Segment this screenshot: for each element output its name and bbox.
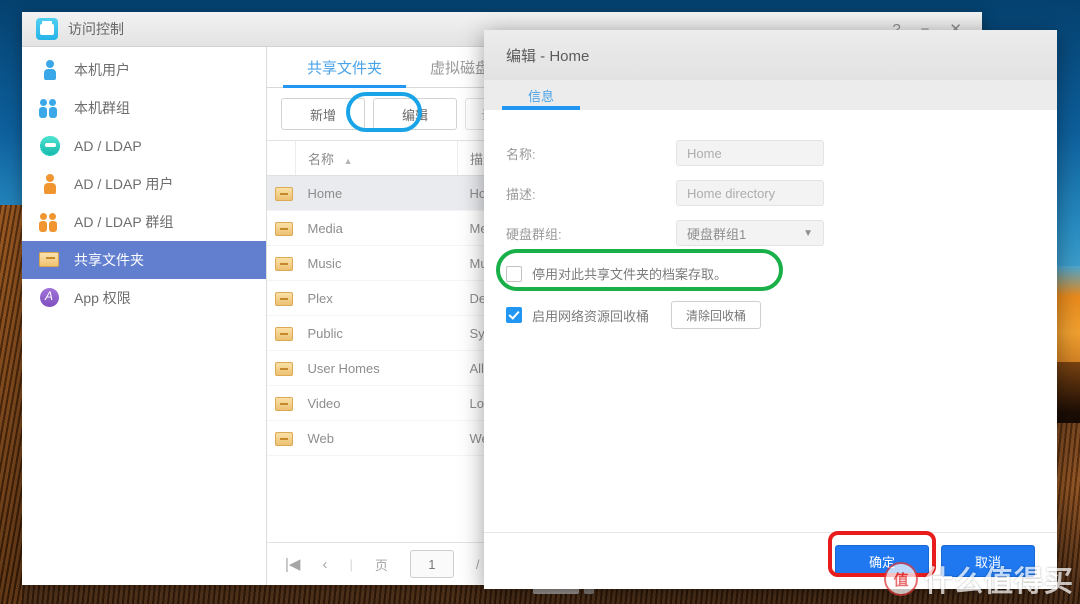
edit-button[interactable]: 编辑: [373, 98, 457, 130]
column-header-name-label: 名称: [308, 151, 335, 167]
tab-info[interactable]: 信息: [502, 86, 581, 110]
folder-icon: [275, 431, 293, 446]
disk-group-select[interactable]: 硬盘群组1 ▼: [676, 220, 824, 246]
window-title: 访问控制: [68, 21, 124, 37]
wallpaper-wood-left: [0, 205, 22, 604]
row-folder-icon-cell: [267, 245, 296, 281]
first-page-icon[interactable]: |◀: [285, 555, 300, 573]
sidebar-item-ad-ldap-groups[interactable]: AD / LDAP 群组: [22, 203, 266, 241]
watermark-text: 什么值得买: [923, 566, 1074, 598]
field-row-name: 名称:: [484, 140, 1057, 166]
row-name: Home: [295, 175, 458, 211]
sidebar-item-label: 共享文件夹: [74, 252, 144, 268]
row-name: Media: [295, 210, 458, 246]
pager-divider: |: [349, 556, 353, 572]
row-folder-icon-cell: [267, 280, 296, 316]
enable-network-recycle-bin-checkbox[interactable]: [506, 307, 522, 323]
disk-group-label: 硬盘群组:: [506, 226, 562, 242]
field-row-description: 描述:: [484, 180, 1057, 206]
page-number-input[interactable]: [409, 550, 454, 578]
enable-network-recycle-bin-label: 启用网络资源回收桶: [532, 308, 650, 324]
name-label: 名称:: [506, 146, 536, 162]
description-field[interactable]: [676, 180, 824, 206]
row-folder-icon-cell: [267, 210, 296, 246]
row-folder-icon-cell: [267, 350, 296, 386]
row-folder-icon-cell: [267, 315, 296, 351]
user-icon: [38, 173, 62, 195]
sidebar-item-label: 本机用户: [74, 62, 130, 78]
key-icon: [38, 135, 62, 157]
disk-group-value: 硬盘群组1: [687, 226, 747, 242]
add-button[interactable]: 新增: [281, 98, 365, 130]
folder-icon: [38, 249, 62, 271]
sidebar-item-local-users[interactable]: 本机用户: [22, 51, 266, 89]
disable-file-access-checkbox[interactable]: [506, 265, 522, 282]
row-name: Web: [295, 420, 458, 456]
sidebar-item-local-groups[interactable]: 本机群组: [22, 89, 266, 127]
page-label: 页: [374, 557, 388, 573]
sidebar-item-shared-folders[interactable]: 共享文件夹: [22, 241, 266, 279]
dialog-body: 名称: 描述: 硬盘群组: 硬盘群组1 ▼ 停用对此共享文件夹的档案存取。 启用…: [484, 110, 1057, 532]
row-name: Music: [295, 245, 458, 281]
field-row-disk-group: 硬盘群组: 硬盘群组1 ▼: [484, 220, 1057, 246]
column-header-name[interactable]: 名称 ▲: [295, 141, 458, 176]
dialog-tabs: 信息: [484, 80, 1057, 110]
sidebar-item-ad-ldap-users[interactable]: AD / LDAP 用户: [22, 165, 266, 203]
folder-icon: [275, 221, 293, 236]
row-folder-icon-cell: [267, 420, 296, 456]
row-name: User Homes: [295, 350, 458, 386]
row-name: Plex: [295, 280, 458, 316]
row-name: Video: [295, 385, 458, 421]
disable-file-access-label: 停用对此共享文件夹的档案存取。: [532, 267, 728, 282]
sidebar-item-label: AD / LDAP: [74, 138, 142, 154]
group-icon: [38, 211, 62, 233]
watermark: 值 什么值得买: [883, 558, 1074, 600]
sidebar: 本机用户 本机群组 AD / LDAP AD / LDAP 用户 AD / LD…: [22, 47, 267, 585]
tab-shared-folders[interactable]: 共享文件夹: [283, 57, 407, 88]
sidebar-item-label: AD / LDAP 群组: [74, 214, 174, 230]
watermark-logo: 值: [883, 562, 918, 596]
name-field[interactable]: [676, 140, 824, 166]
folder-icon: [275, 361, 293, 376]
sidebar-item-label: AD / LDAP 用户: [74, 176, 174, 192]
group-icon: [38, 97, 62, 119]
chevron-down-icon: ▼: [803, 227, 813, 239]
clear-recycle-bin-button[interactable]: 清除回收桶: [671, 301, 762, 329]
id-card-icon: [36, 18, 58, 40]
app-icon: [38, 287, 62, 309]
sidebar-item-label: 本机群组: [74, 100, 130, 116]
column-header-select[interactable]: [267, 141, 296, 176]
checkbox-row-network-recycle-bin: 启用网络资源回收桶 清除回收桶: [484, 301, 1057, 329]
folder-icon: [275, 291, 293, 306]
row-folder-icon-cell: [267, 385, 296, 421]
sidebar-item-label: App 权限: [74, 290, 131, 306]
checkbox-row-disable-access: 停用对此共享文件夹的档案存取。: [484, 264, 1057, 283]
user-icon: [38, 59, 62, 81]
folder-icon: [275, 256, 293, 271]
sidebar-item-ad-ldap[interactable]: AD / LDAP: [22, 127, 266, 165]
row-folder-icon-cell: [267, 175, 296, 211]
previous-page-icon[interactable]: ‹: [322, 556, 327, 573]
sort-ascending-icon: ▲: [343, 155, 353, 166]
sidebar-item-app-permissions[interactable]: App 权限: [22, 279, 266, 317]
folder-icon: [275, 186, 293, 201]
edit-shared-folder-dialog: 编辑 - Home 信息 名称: 描述: 硬盘群组: 硬盘群组1 ▼ 停用对此共…: [484, 30, 1057, 589]
folder-icon: [275, 396, 293, 411]
description-label: 描述:: [506, 186, 536, 202]
row-name: Public: [295, 315, 458, 351]
dialog-title: 编辑 - Home: [484, 30, 1057, 80]
folder-icon: [275, 326, 293, 341]
